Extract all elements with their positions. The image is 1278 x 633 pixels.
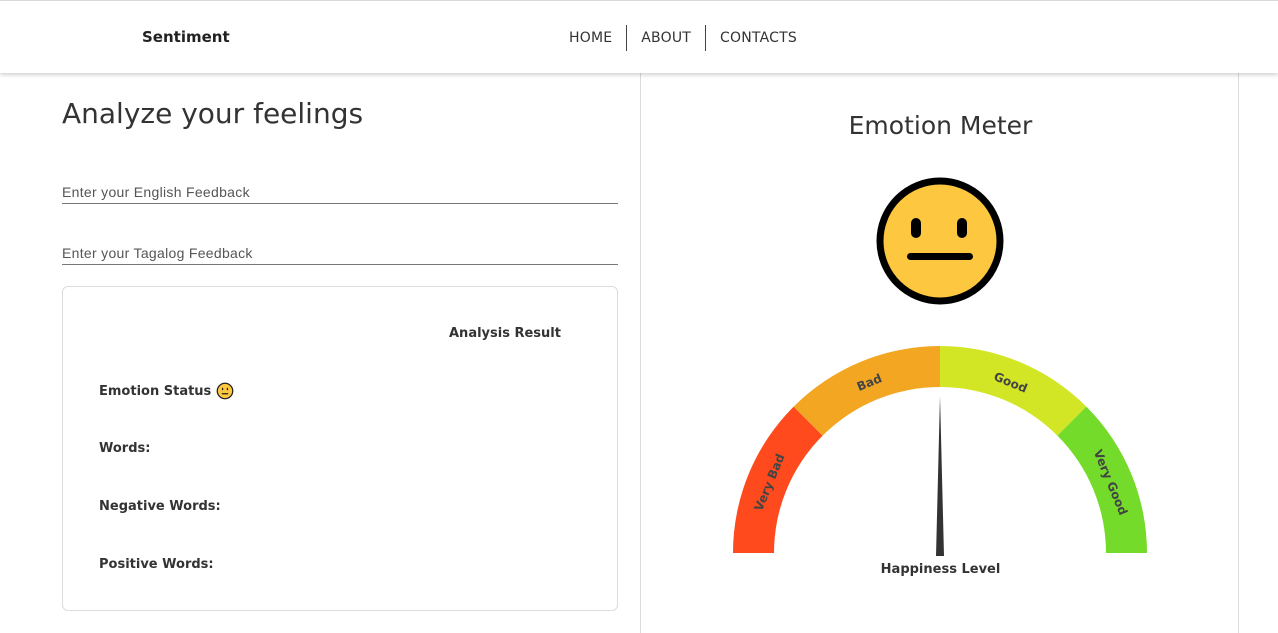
positive-words-row: Positive Words: [99,557,214,572]
analysis-result-card: Analysis Result Emotion Status Words: Ne… [62,286,618,611]
brand-logo[interactable]: Sentiment [142,28,230,46]
neutral-face-icon [216,382,234,400]
emotion-status-label: Emotion Status [99,383,212,399]
positive-words-label: Positive Words: [99,557,214,572]
navbar: Sentiment HOME ABOUT CONTACTS [0,0,1278,73]
nav-links: HOME ABOUT CONTACTS [555,25,811,51]
negative-words-label: Negative Words: [99,499,221,514]
words-label: Words: [99,441,151,456]
page-title: Analyze your feelings [62,97,364,130]
analysis-result-title: Analysis Result [449,326,561,341]
neutral-face-icon [876,177,1004,305]
happiness-gauge: Very BadBad GoodVery Good [733,346,1147,556]
negative-words-row: Negative Words: [99,499,221,514]
emotion-status-row: Emotion Status [99,382,234,400]
nav-about-link[interactable]: ABOUT [627,25,705,51]
english-feedback-input[interactable] [62,180,618,204]
emotion-meter-panel: Emotion Meter Very Bad Bad Good Very Good H… [640,73,1239,633]
happiness-level-label: Happiness Level [880,562,1001,577]
nav-home-link[interactable]: HOME [555,25,626,51]
gauge-needle [936,396,944,556]
nav-contacts-link[interactable]: CONTACTS [706,25,811,51]
emotion-meter-title: Emotion Meter [848,111,1033,140]
tagalog-feedback-input[interactable] [62,241,618,265]
words-row: Words: [99,441,150,456]
